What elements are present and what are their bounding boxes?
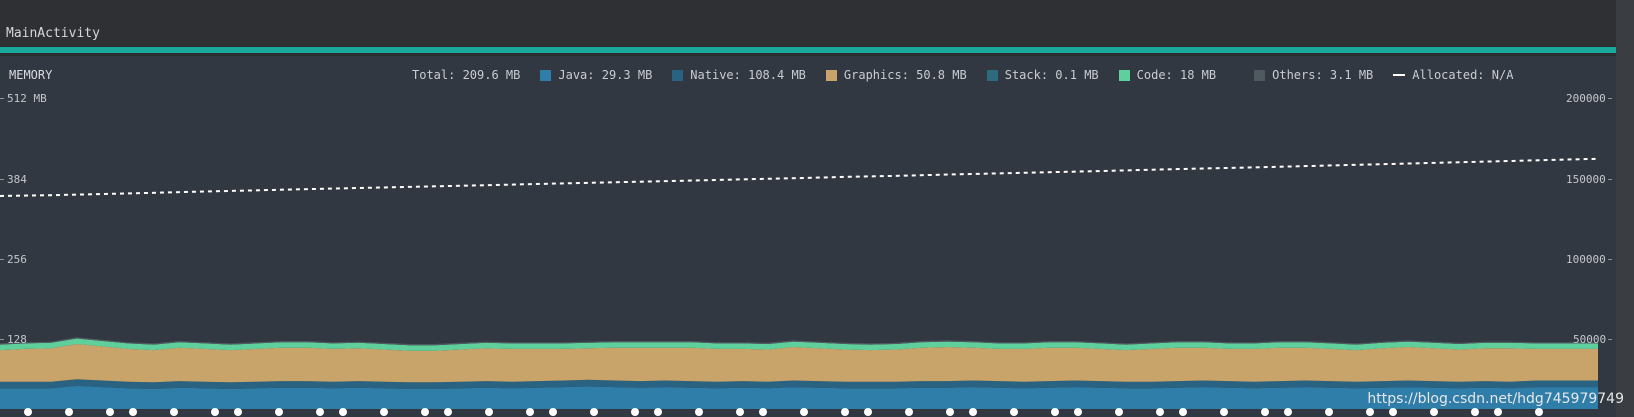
gc-event-icon[interactable] xyxy=(1074,408,1082,416)
editor-tab-bar: MainActivity xyxy=(0,0,1616,46)
gc-event-icon[interactable] xyxy=(1051,408,1059,416)
left-axis-tick-2: 256 xyxy=(7,253,27,266)
gc-event-icon[interactable] xyxy=(800,408,808,416)
left-axis-tick-1: 384 xyxy=(7,173,27,186)
memory-areas xyxy=(0,337,1598,409)
gc-event-icon[interactable] xyxy=(444,408,452,416)
gc-markers xyxy=(24,408,1543,416)
gc-event-icon[interactable] xyxy=(946,408,954,416)
memory-chart xyxy=(0,157,1599,416)
gc-event-icon[interactable] xyxy=(170,408,178,416)
left-tick-mark xyxy=(0,98,4,99)
watermark: https://blog.csdn.net/hdg745979749 xyxy=(1367,391,1624,407)
gc-event-icon[interactable] xyxy=(549,408,557,416)
gc-event-icon[interactable] xyxy=(65,408,73,416)
left-axis-tick-3: 128 xyxy=(7,333,27,346)
gc-event-icon[interactable] xyxy=(1179,408,1187,416)
gc-event-icon[interactable] xyxy=(380,408,388,416)
gc-event-icon[interactable] xyxy=(1535,408,1543,416)
gc-event-icon[interactable] xyxy=(1389,408,1397,416)
gc-event-icon[interactable] xyxy=(1115,408,1123,416)
gc-event-icon[interactable] xyxy=(1220,408,1228,416)
right-axis-tick-0: 200000 xyxy=(1566,92,1606,105)
left-tick-mark xyxy=(0,339,4,340)
gc-event-icon[interactable] xyxy=(1366,408,1374,416)
gc-event-icon[interactable] xyxy=(864,408,872,416)
gc-event-icon[interactable] xyxy=(1494,408,1502,416)
gc-event-icon[interactable] xyxy=(316,408,324,416)
gc-event-icon[interactable] xyxy=(1261,408,1269,416)
left-axis-tick-0: 512 MB xyxy=(7,92,47,105)
gc-event-icon[interactable] xyxy=(485,408,493,416)
accent-divider xyxy=(0,47,1616,53)
allocated-line xyxy=(0,157,1599,197)
right-tick-mark xyxy=(1608,339,1612,340)
right-tick-mark xyxy=(1608,259,1612,260)
gc-event-icon[interactable] xyxy=(969,408,977,416)
gc-event-icon[interactable] xyxy=(1156,408,1164,416)
gc-event-icon[interactable] xyxy=(590,408,598,416)
right-tick-mark xyxy=(1608,179,1612,180)
gc-event-icon[interactable] xyxy=(526,408,534,416)
area-java xyxy=(0,385,1598,409)
gc-event-icon[interactable] xyxy=(695,408,703,416)
gc-event-icon[interactable] xyxy=(211,408,219,416)
gc-event-icon[interactable] xyxy=(339,408,347,416)
left-tick-mark xyxy=(0,179,4,180)
right-tick-mark xyxy=(1608,98,1612,99)
gc-event-icon[interactable] xyxy=(841,408,849,416)
gc-event-icon[interactable] xyxy=(1325,408,1333,416)
right-axis-tick-2: 100000 xyxy=(1566,253,1606,266)
gc-event-icon[interactable] xyxy=(1471,408,1479,416)
activity-label: MainActivity xyxy=(6,26,100,41)
gc-event-icon[interactable] xyxy=(905,408,913,416)
right-axis-tick-1: 150000 xyxy=(1566,173,1606,186)
gc-event-icon[interactable] xyxy=(631,408,639,416)
left-tick-mark xyxy=(0,259,4,260)
gc-event-icon[interactable] xyxy=(1284,408,1292,416)
gc-event-icon[interactable] xyxy=(106,408,114,416)
right-axis-tick-3: 50000 xyxy=(1573,333,1607,346)
allocated-dashed-line xyxy=(0,157,1599,197)
gc-event-icon[interactable] xyxy=(275,408,283,416)
gc-event-icon[interactable] xyxy=(759,408,767,416)
gc-event-icon[interactable] xyxy=(1010,408,1018,416)
vertical-scrollbar[interactable] xyxy=(1616,0,1634,417)
gc-event-icon[interactable] xyxy=(421,408,429,416)
gc-event-icon[interactable] xyxy=(234,408,242,416)
gc-event-icon[interactable] xyxy=(654,408,662,416)
gc-event-icon[interactable] xyxy=(129,408,137,416)
gc-event-icon[interactable] xyxy=(736,408,744,416)
gc-event-icon[interactable] xyxy=(24,408,32,416)
gc-event-icon[interactable] xyxy=(1430,408,1438,416)
